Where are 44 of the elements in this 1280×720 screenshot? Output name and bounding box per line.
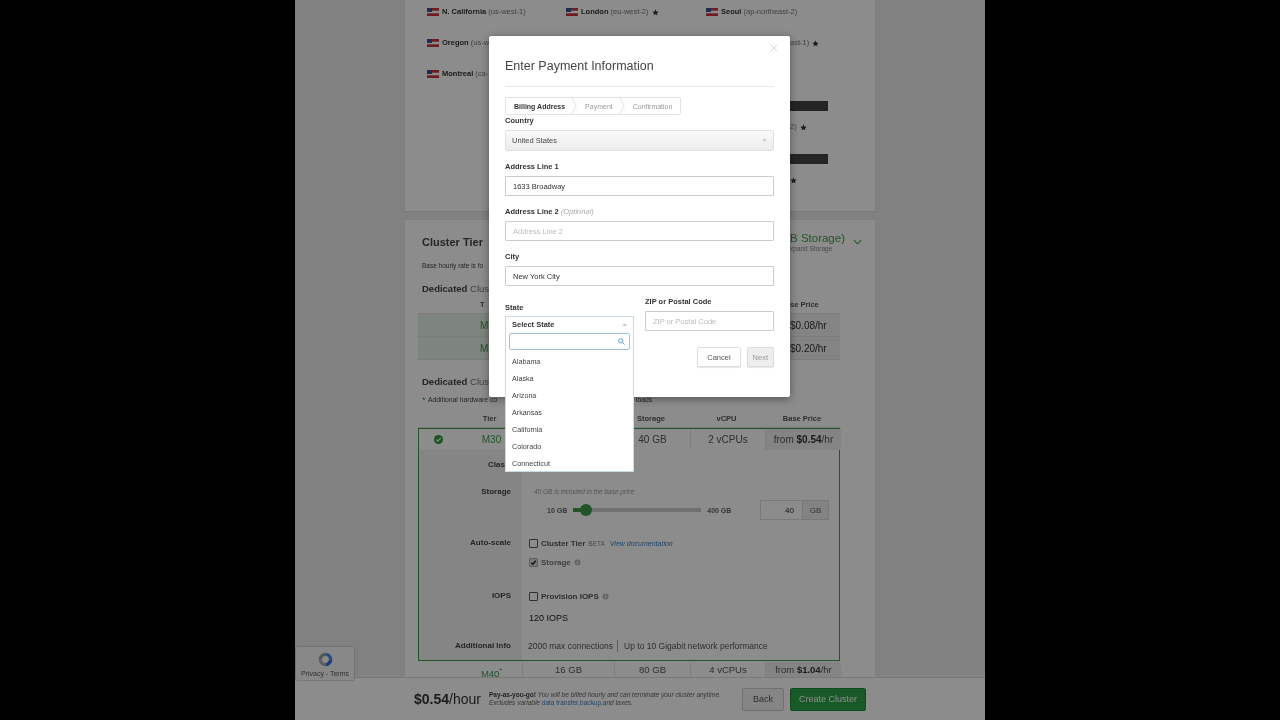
unit-label: GB	[803, 500, 829, 520]
hourly-price: $0.54/hour	[414, 691, 482, 707]
recaptcha-icon	[316, 651, 334, 668]
row-label: Auto-scale	[470, 538, 511, 547]
flag-icon	[427, 39, 439, 47]
slider-thumb[interactable]	[580, 504, 593, 516]
checkbox-label: Provision IOPS	[541, 591, 599, 601]
create-button[interactable]: Create Cluster	[790, 687, 866, 711]
caret-icon	[622, 323, 627, 326]
price-cell: from $0.54/hr	[765, 429, 841, 450]
row-label: Storage	[481, 487, 511, 496]
check-circle-icon	[434, 435, 443, 444]
checkbox[interactable]	[529, 591, 538, 601]
row-label: Additional Info	[455, 641, 511, 650]
dialog-title: Enter Payment Information	[505, 58, 655, 74]
info-text: Up to 10 Gigabit network performance	[617, 640, 768, 652]
flag-icon	[566, 8, 578, 16]
search-field[interactable]	[509, 333, 630, 350]
flag-icon	[706, 8, 718, 16]
storage-input[interactable]: 40	[760, 500, 803, 520]
iops-value: 120 IOPS	[528, 612, 570, 624]
section-bar	[790, 101, 828, 111]
checkbox-label: Cluster Tier	[541, 538, 586, 548]
section-bar	[790, 154, 828, 164]
section-title: Cluster Tier	[422, 236, 483, 248]
info-icon[interactable]	[601, 592, 609, 600]
back-button[interactable]: Back	[742, 687, 784, 711]
checkbox-label: Storage	[541, 557, 571, 567]
flag-icon	[427, 8, 439, 16]
tier-summary[interactable]: B Storage)	[790, 231, 845, 245]
caret-icon	[762, 139, 767, 142]
group-heading: Dedicated Clus	[422, 282, 490, 296]
info-text: 2000 max connections	[528, 640, 614, 652]
row-label: IOPS	[491, 591, 511, 600]
ram-cell: 16 GB	[555, 664, 582, 675]
group-heading: Dedicated Clus	[422, 375, 490, 389]
tier-name: M40$^{*}$	[479, 665, 504, 682]
search-icon	[618, 338, 625, 345]
flag-icon	[427, 70, 439, 78]
close-icon[interactable]	[770, 44, 778, 52]
row-label: Clas	[488, 460, 505, 469]
footnote-mark: *	[422, 394, 427, 407]
chevron-down-icon[interactable]	[853, 239, 862, 245]
checkbox[interactable]	[529, 538, 538, 548]
